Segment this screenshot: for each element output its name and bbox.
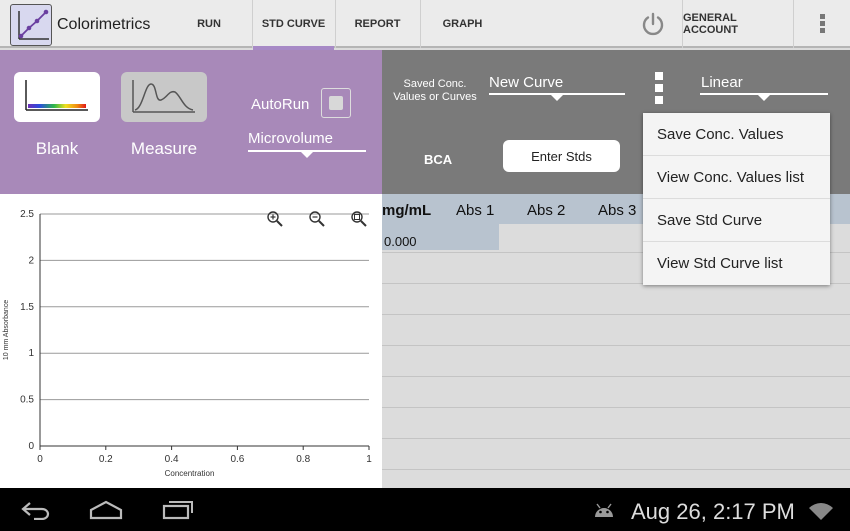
blank-label: Blank <box>35 139 79 158</box>
home-icon[interactable] <box>89 500 123 525</box>
tab-run[interactable]: RUN <box>178 0 240 48</box>
system-navigation-bar: Aug 26, 2:17 PM <box>0 488 850 531</box>
status-clock: Aug 26, 2:17 PM <box>631 499 795 524</box>
y-tick-label: 2 <box>28 255 34 266</box>
y-axis-label: 10 mm Absorbance <box>3 300 10 360</box>
y-tick-label: 2.5 <box>20 209 34 220</box>
row-divider <box>382 469 850 470</box>
chart-plot: 0 0.5 1 1.5 2 2.5 0 0.2 0.4 0.6 0.8 1 Concentration 1… <box>3 209 372 478</box>
zoom-reset-icon[interactable] <box>350 210 368 228</box>
chevron-down-icon <box>551 95 563 101</box>
autorun-label: AutoRun <box>251 96 310 113</box>
tab-label: REPORT <box>354 18 401 30</box>
volume-mode-value: Microvolume <box>248 130 334 147</box>
saved-curve-value: New Curve <box>489 74 564 91</box>
x-axis-label: Concentration <box>165 469 215 478</box>
row-divider <box>382 438 850 439</box>
menu-item-view-std-curve-list[interactable]: View Std Curve list <box>643 242 830 285</box>
curve-options-icon[interactable] <box>655 72 663 104</box>
y-tick-label: 1.5 <box>20 302 34 313</box>
y-tick-label: 1 <box>28 348 34 359</box>
app-title: Colorimetrics <box>57 16 151 33</box>
row-divider <box>382 376 850 377</box>
y-tick-label: 0 <box>28 441 34 452</box>
back-icon[interactable] <box>20 500 52 525</box>
header-abs1: Abs 1 <box>456 202 495 219</box>
account-label: GENERAL ACCOUNT <box>683 12 738 36</box>
x-tick-label: 0.6 <box>230 454 244 465</box>
blank-button[interactable] <box>14 72 100 122</box>
menu-item-save-std-curve[interactable]: Save Std Curve <box>643 199 830 242</box>
x-tick-label: 0.8 <box>296 454 310 465</box>
blank-spectrum-icon <box>25 80 88 111</box>
x-tick-label: 0 <box>37 454 43 465</box>
zoom-out-icon[interactable] <box>308 210 326 228</box>
measure-button[interactable] <box>121 72 207 122</box>
row-divider <box>382 407 850 408</box>
app-logo-icon[interactable] <box>10 4 52 46</box>
tab-label: RUN <box>197 18 221 30</box>
measure-label: Measure <box>130 139 198 158</box>
tab-label: GRAPH <box>442 18 483 30</box>
measurement-controls: Blank Measure AutoRun Microvolume <box>0 50 382 194</box>
chevron-down-icon <box>758 95 770 101</box>
header-abs2: Abs 2 <box>527 202 566 219</box>
measure-peak-icon <box>132 80 195 113</box>
header-abs3: Abs 3 <box>598 202 637 219</box>
std-curve-chart: 0 0.5 1 1.5 2 2.5 0 0.2 0.4 0.6 0.8 1 Concentration 1… <box>0 194 382 488</box>
row-divider <box>382 314 850 315</box>
tab-std-curve[interactable]: STD CURVE <box>252 0 334 50</box>
enter-stds-button[interactable]: Enter Stds <box>503 140 620 172</box>
menu-item-save-conc-values[interactable]: Save Conc. Values <box>643 113 830 156</box>
overflow-menu-icon[interactable] <box>815 12 829 36</box>
menu-item-view-conc-values-list[interactable]: View Conc. Values list <box>643 156 830 199</box>
general-account-button[interactable]: GENERAL ACCOUNT <box>682 0 794 48</box>
row-divider <box>382 345 850 346</box>
recent-apps-icon[interactable] <box>162 500 194 525</box>
chevron-down-icon <box>301 152 313 158</box>
power-icon[interactable] <box>640 11 666 37</box>
curve-fit-value: Linear <box>701 74 743 91</box>
tab-graph[interactable]: GRAPH <box>420 0 504 48</box>
action-bar: Colorimetrics RUN STD CURVE REPORT GRAPH… <box>0 0 850 50</box>
zoom-in-icon[interactable] <box>266 210 284 228</box>
tab-label: STD CURVE <box>261 18 326 30</box>
x-tick-label: 1 <box>366 454 372 465</box>
y-tick-label: 0.5 <box>20 395 34 406</box>
autorun-checkbox[interactable] <box>321 88 351 118</box>
table-row: 0.000 <box>384 234 417 249</box>
curve-options-menu: Save Conc. Values View Conc. Values list… <box>643 113 830 285</box>
x-tick-label: 0.4 <box>165 454 179 465</box>
saved-conc-label: Saved Conc. Values or Curves <box>393 78 477 103</box>
wifi-icon <box>808 501 834 526</box>
tab-report[interactable]: REPORT <box>335 0 419 48</box>
android-debug-icon <box>592 501 616 524</box>
assay-label: BCA <box>424 152 453 167</box>
header-conc: mg/mL <box>382 202 432 219</box>
x-tick-label: 0.2 <box>99 454 113 465</box>
